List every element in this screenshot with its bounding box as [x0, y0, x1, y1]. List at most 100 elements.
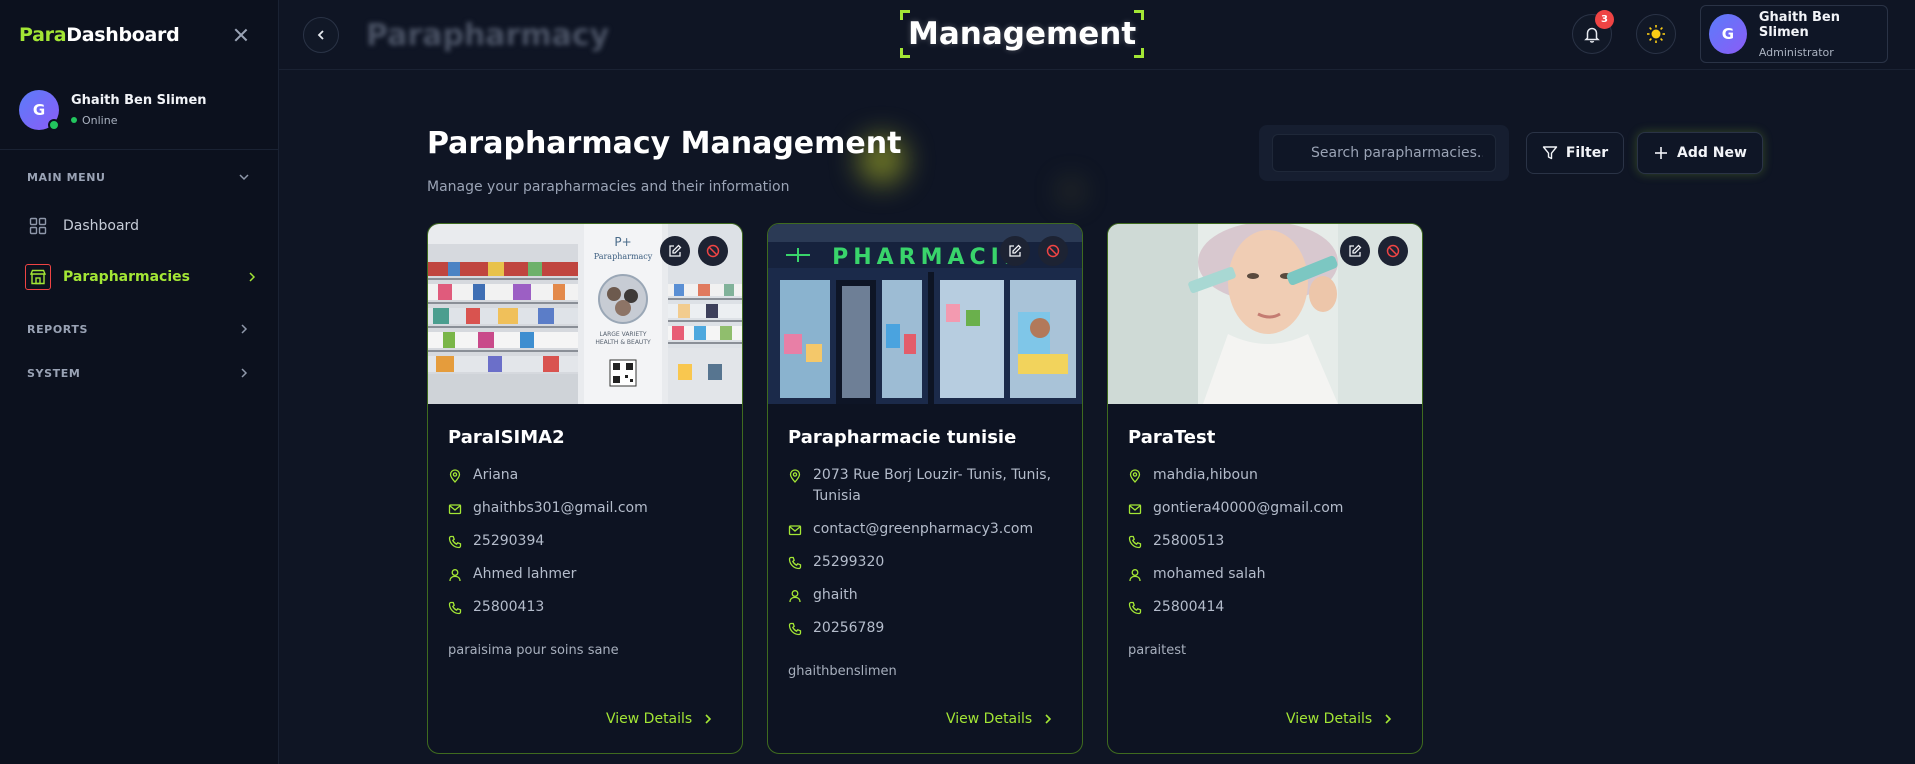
edit-icon: [669, 244, 682, 257]
notifications-button[interactable]: 3: [1572, 10, 1614, 54]
online-indicator: [48, 118, 60, 131]
manager-phone-text: 25800413: [473, 599, 545, 615]
map-pin-icon: [449, 469, 461, 483]
card-location: Ariana: [448, 465, 728, 486]
card-description: paraisima pour soins sane: [448, 643, 619, 658]
card-info-list: Ariana ghaithbs301@gmail.com 25290394 Ah…: [448, 465, 728, 630]
avatar: G: [19, 89, 60, 131]
phone-text: 25290394: [473, 533, 545, 549]
breadcrumb-current: Management: [900, 10, 1145, 58]
filter-label: Filter: [1565, 145, 1609, 161]
sun-icon: [1647, 25, 1665, 43]
filter-icon: [1542, 146, 1558, 160]
status-dot: [71, 117, 77, 123]
profile-name: Ghaith Ben Slimen: [71, 92, 207, 108]
status-text: Online: [82, 113, 118, 127]
phone-icon: [1128, 601, 1142, 615]
email-text: ghaithbs301@gmail.com: [473, 500, 648, 516]
brand-rest: Dashboard: [66, 24, 180, 46]
block-icon: [706, 244, 720, 258]
chevron-right-icon: [1385, 714, 1392, 724]
nav-section-main-menu[interactable]: MAIN MENU: [0, 150, 278, 204]
user-icon: [789, 590, 801, 603]
page-subtitle: Manage your parapharmacies and their inf…: [427, 179, 790, 195]
user-name: Ghaith Ben Slimen: [1758, 9, 1840, 40]
svg-text:HEALTH & BEAUTY: HEALTH & BEAUTY: [595, 339, 651, 346]
chevron-right-icon: [705, 714, 712, 724]
card-phone: 25299320: [788, 552, 1068, 573]
view-details-link[interactable]: View Details: [946, 711, 1054, 727]
mail-icon: [788, 525, 802, 536]
card-phone: 25290394: [448, 531, 728, 552]
topbar: Parapharmacy Management 3 G Ghaith Ben S…: [279, 0, 1915, 70]
close-sidebar-icon[interactable]: [232, 26, 250, 44]
brand-row: ParaDashboard: [0, 0, 278, 70]
card-description: paraitest: [1128, 643, 1187, 658]
card-image: P+ Parapharmacy LARGE VARIETY HEALTH & B…: [428, 224, 742, 404]
card-info-list: 2073 Rue Borj Louzir- Tunis, Tunis, Tuni…: [788, 465, 1068, 651]
user-role: Administrator: [1758, 45, 1834, 59]
view-details-label: View Details: [946, 711, 1033, 727]
brand-logo[interactable]: ParaDashboard: [19, 24, 180, 46]
store-icon: [29, 269, 47, 285]
svg-text:P+: P+: [614, 235, 631, 249]
theme-toggle-button[interactable]: [1636, 14, 1676, 54]
nav-section-system[interactable]: SYSTEM: [0, 352, 278, 394]
map-pin-icon: [1129, 469, 1141, 483]
manager-text: mohamed salah: [1153, 566, 1266, 582]
card-manager: mohamed salah: [1128, 564, 1408, 585]
sidebar-item-dashboard[interactable]: Dashboard: [0, 204, 278, 248]
store-icon-box: [25, 264, 51, 290]
avatar: G: [1709, 14, 1747, 54]
card-email: ghaithbs301@gmail.com: [448, 498, 728, 519]
card-title: Parapharmacie tunisie: [788, 427, 1017, 448]
edit-button[interactable]: [660, 236, 690, 266]
chevron-left-icon: [317, 30, 324, 40]
view-details-link[interactable]: View Details: [606, 711, 714, 727]
card-info-list: mahdia,hiboun gontiera40000@gmail.com 25…: [1128, 465, 1408, 630]
edit-icon: [1349, 244, 1362, 257]
section-label-reports: REPORTS: [27, 322, 88, 336]
sidebar-item-parapharmacies[interactable]: Parapharmacies: [0, 248, 278, 306]
card-title: ParaTest: [1128, 427, 1216, 448]
nav-section-reports[interactable]: REPORTS: [0, 306, 278, 352]
manager-phone-text: 25800414: [1153, 599, 1225, 615]
edit-icon: [1009, 244, 1022, 257]
parapharmacy-card[interactable]: ParaTest mahdia,hiboun gontiera40000@gma…: [1107, 223, 1423, 754]
chevron-right-icon: [249, 272, 256, 282]
card-manager-phone: 25800414: [1128, 597, 1408, 618]
phone-icon: [448, 535, 462, 549]
block-icon: [1386, 244, 1400, 258]
card-location: mahdia,hiboun: [1128, 465, 1408, 486]
card-email: gontiera40000@gmail.com: [1128, 498, 1408, 519]
location-text: mahdia,hiboun: [1153, 467, 1258, 483]
view-details-link[interactable]: View Details: [1286, 711, 1394, 727]
parapharmacy-card[interactable]: P+ Parapharmacy LARGE VARIETY HEALTH & B…: [427, 223, 743, 754]
edit-button[interactable]: [1000, 236, 1030, 266]
back-button[interactable]: [303, 17, 339, 53]
chevron-right-icon: [1045, 714, 1052, 724]
user-icon: [1129, 569, 1141, 582]
location-text: 2073 Rue Borj Louzir- Tunis, Tunis, Tuni…: [813, 467, 1052, 504]
disable-button[interactable]: [1038, 236, 1068, 266]
card-phone: 25800513: [1128, 531, 1408, 552]
search-container: [1259, 125, 1509, 181]
phone-icon: [788, 556, 802, 570]
sidebar-profile: G Ghaith Ben Slimen Online: [0, 70, 278, 150]
view-details-label: View Details: [1286, 711, 1373, 727]
filter-button[interactable]: Filter: [1526, 132, 1624, 174]
disable-button[interactable]: [698, 236, 728, 266]
page-title: Parapharmacy Management: [427, 126, 902, 161]
user-menu[interactable]: G Ghaith Ben Slimen Administrator: [1700, 5, 1888, 63]
add-new-label: Add New: [1677, 145, 1747, 161]
svg-text:LARGE VARIETY: LARGE VARIETY: [600, 331, 647, 338]
card-title: ParaISIMA2: [448, 427, 565, 448]
edit-button[interactable]: [1340, 236, 1370, 266]
disable-button[interactable]: [1378, 236, 1408, 266]
section-label-system: SYSTEM: [27, 366, 81, 380]
card-manager: Ahmed lahmer: [448, 564, 728, 585]
search-input[interactable]: [1272, 134, 1496, 172]
parapharmacy-card[interactable]: PHARMACIE Parapharmacie tunisie 2073 Rue…: [767, 223, 1083, 754]
add-new-button[interactable]: Add New: [1637, 132, 1763, 174]
card-image: PHARMACIE: [768, 224, 1082, 404]
